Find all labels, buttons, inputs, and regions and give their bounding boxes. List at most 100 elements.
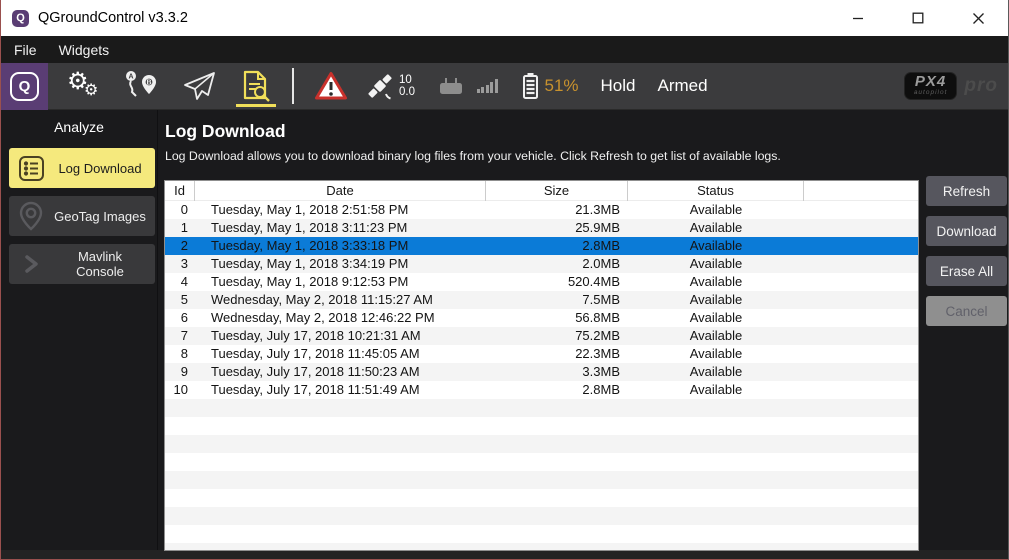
cell-status: Available (628, 201, 804, 219)
battery-icon (522, 72, 539, 100)
log-row-6[interactable]: 6Wednesday, May 2, 2018 12:46:22 PM56.8M… (165, 309, 918, 327)
rc-rssi-indicator[interactable] (437, 75, 498, 97)
cell-date: Tuesday, May 1, 2018 9:12:53 PM (195, 273, 486, 291)
cell-id: 6 (165, 309, 195, 327)
cell-date: Tuesday, July 17, 2018 11:45:05 AM (195, 345, 486, 363)
log-download-page: Log Download Log Download allows you to … (158, 110, 1008, 550)
cell-id: 7 (165, 327, 195, 345)
erase-all-button[interactable]: Erase All (926, 256, 1007, 286)
arm-state-toggle[interactable]: Armed (658, 76, 708, 96)
sidebar-item-mavlink-console[interactable]: Mavlink Console (9, 244, 155, 284)
column-header-date: Date (195, 181, 486, 201)
cell-size: 2.8MB (486, 237, 628, 255)
cell-id: 9 (165, 363, 195, 381)
plan-view-button[interactable]: A B (122, 63, 162, 110)
log-row-empty[interactable] (165, 417, 918, 435)
geotag-pin-icon (9, 201, 53, 231)
log-row-10[interactable]: 10Tuesday, July 17, 2018 11:51:49 AM2.8M… (165, 381, 918, 399)
log-row-empty[interactable] (165, 471, 918, 489)
cell-status: Available (628, 255, 804, 273)
sidebar-item-geotag-images[interactable]: GeoTag Images (9, 196, 155, 236)
sidebar-item-log-download[interactable]: Log Download (9, 148, 155, 188)
cell-status: Available (628, 345, 804, 363)
cell-status: Available (628, 219, 804, 237)
cell-date: Wednesday, May 2, 2018 12:46:22 PM (195, 309, 486, 327)
log-row-empty[interactable] (165, 543, 918, 551)
signal-bars-icon (475, 79, 498, 93)
cell-id: 10 (165, 381, 195, 399)
plan-route-icon: A B (123, 69, 161, 103)
column-header-size: Size (486, 181, 628, 201)
battery-status-indicator[interactable]: 51% (522, 72, 579, 100)
fly-view-button[interactable] (179, 63, 219, 110)
cell-status: Available (628, 381, 804, 399)
list-icon (9, 155, 53, 182)
cell-status: Available (628, 273, 804, 291)
warning-triangle-icon (314, 71, 348, 101)
cell-size: 7.5MB (486, 291, 628, 309)
log-row-empty[interactable] (165, 399, 918, 417)
cell-id: 0 (165, 201, 195, 219)
log-row-8[interactable]: 8Tuesday, July 17, 2018 11:45:05 AM22.3M… (165, 345, 918, 363)
log-table-body: 0Tuesday, May 1, 2018 2:51:58 PM21.3MBAv… (165, 201, 918, 551)
window-title: QGroundControl v3.3.2 (38, 10, 188, 26)
analyze-view-button[interactable] (236, 63, 276, 110)
maximize-button[interactable] (888, 0, 948, 36)
window-titlebar: Q QGroundControl v3.3.2 (1, 0, 1008, 36)
gps-status-indicator[interactable]: 10 0.0 (365, 63, 415, 110)
sidebar-header: Analyze (1, 119, 157, 135)
page-title: Log Download (158, 110, 1008, 142)
cell-size: 2.0MB (486, 255, 628, 273)
cell-id: 1 (165, 219, 195, 237)
cell-date: Tuesday, July 17, 2018 11:51:49 AM (195, 381, 486, 399)
cell-date: Tuesday, May 1, 2018 3:11:23 PM (195, 219, 486, 237)
qgc-home-view-button[interactable]: Q (1, 63, 48, 110)
settings-view-button[interactable]: ⚙⚙ (65, 63, 105, 110)
cell-date: Tuesday, May 1, 2018 3:33:18 PM (195, 237, 486, 255)
log-row-9[interactable]: 9Tuesday, July 17, 2018 11:50:23 AM3.3MB… (165, 363, 918, 381)
chevron-right-icon (9, 252, 53, 276)
cell-id: 4 (165, 273, 195, 291)
qgroundcontrol-app-icon: Q (12, 10, 29, 27)
minimize-button[interactable] (828, 0, 888, 36)
log-row-empty[interactable] (165, 489, 918, 507)
cell-size: 56.8MB (486, 309, 628, 327)
cell-id: 5 (165, 291, 195, 309)
log-row-5[interactable]: 5Wednesday, May 2, 2018 11:15:27 AM7.5MB… (165, 291, 918, 309)
column-header-status: Status (628, 181, 804, 201)
log-row-7[interactable]: 7Tuesday, July 17, 2018 10:21:31 AM75.2M… (165, 327, 918, 345)
cell-id: 3 (165, 255, 195, 273)
gps-hdop-value: 0.0 (399, 86, 415, 98)
px4-badge: PX4 autopilot (904, 72, 958, 100)
log-row-4[interactable]: 4Tuesday, May 1, 2018 9:12:53 PM520.4MBA… (165, 273, 918, 291)
log-row-3[interactable]: 3Tuesday, May 1, 2018 3:34:19 PM2.0MBAva… (165, 255, 918, 273)
menu-item-widgets[interactable]: Widgets (56, 42, 121, 58)
gears-icon: ⚙⚙ (67, 69, 103, 103)
log-row-empty[interactable] (165, 435, 918, 453)
download-button[interactable]: Download (926, 216, 1007, 246)
minimize-icon (852, 12, 864, 24)
refresh-button[interactable]: Refresh (926, 176, 1007, 206)
log-row-empty[interactable] (165, 507, 918, 525)
cell-status: Available (628, 327, 804, 345)
log-row-empty[interactable] (165, 453, 918, 471)
flight-mode-selector[interactable]: Hold (601, 76, 636, 96)
close-button[interactable] (948, 0, 1008, 36)
log-row-1[interactable]: 1Tuesday, May 1, 2018 3:11:23 PM25.9MBAv… (165, 219, 918, 237)
gps-satellite-icon (365, 71, 395, 101)
vehicle-messages-button[interactable] (311, 63, 351, 110)
cell-size: 22.3MB (486, 345, 628, 363)
cell-size: 75.2MB (486, 327, 628, 345)
sidebar-item-label: GeoTag Images (53, 209, 155, 224)
qgc-logo-icon: Q (10, 72, 39, 101)
maximize-icon (912, 12, 924, 24)
menu-item-file[interactable]: File (11, 42, 48, 58)
log-row-2-selected[interactable]: 2Tuesday, May 1, 2018 3:33:18 PM2.8MBAva… (165, 237, 918, 255)
log-row-empty[interactable] (165, 525, 918, 543)
app-icon-letter: Q (16, 12, 25, 24)
cell-date: Tuesday, May 1, 2018 3:34:19 PM (195, 255, 486, 273)
log-row-0[interactable]: 0Tuesday, May 1, 2018 2:51:58 PM21.3MBAv… (165, 201, 918, 219)
toolbar: Q ⚙⚙ A B (1, 63, 1008, 110)
battery-percent: 51% (545, 76, 579, 96)
log-actions: RefreshDownloadErase AllCancel (926, 176, 1007, 336)
